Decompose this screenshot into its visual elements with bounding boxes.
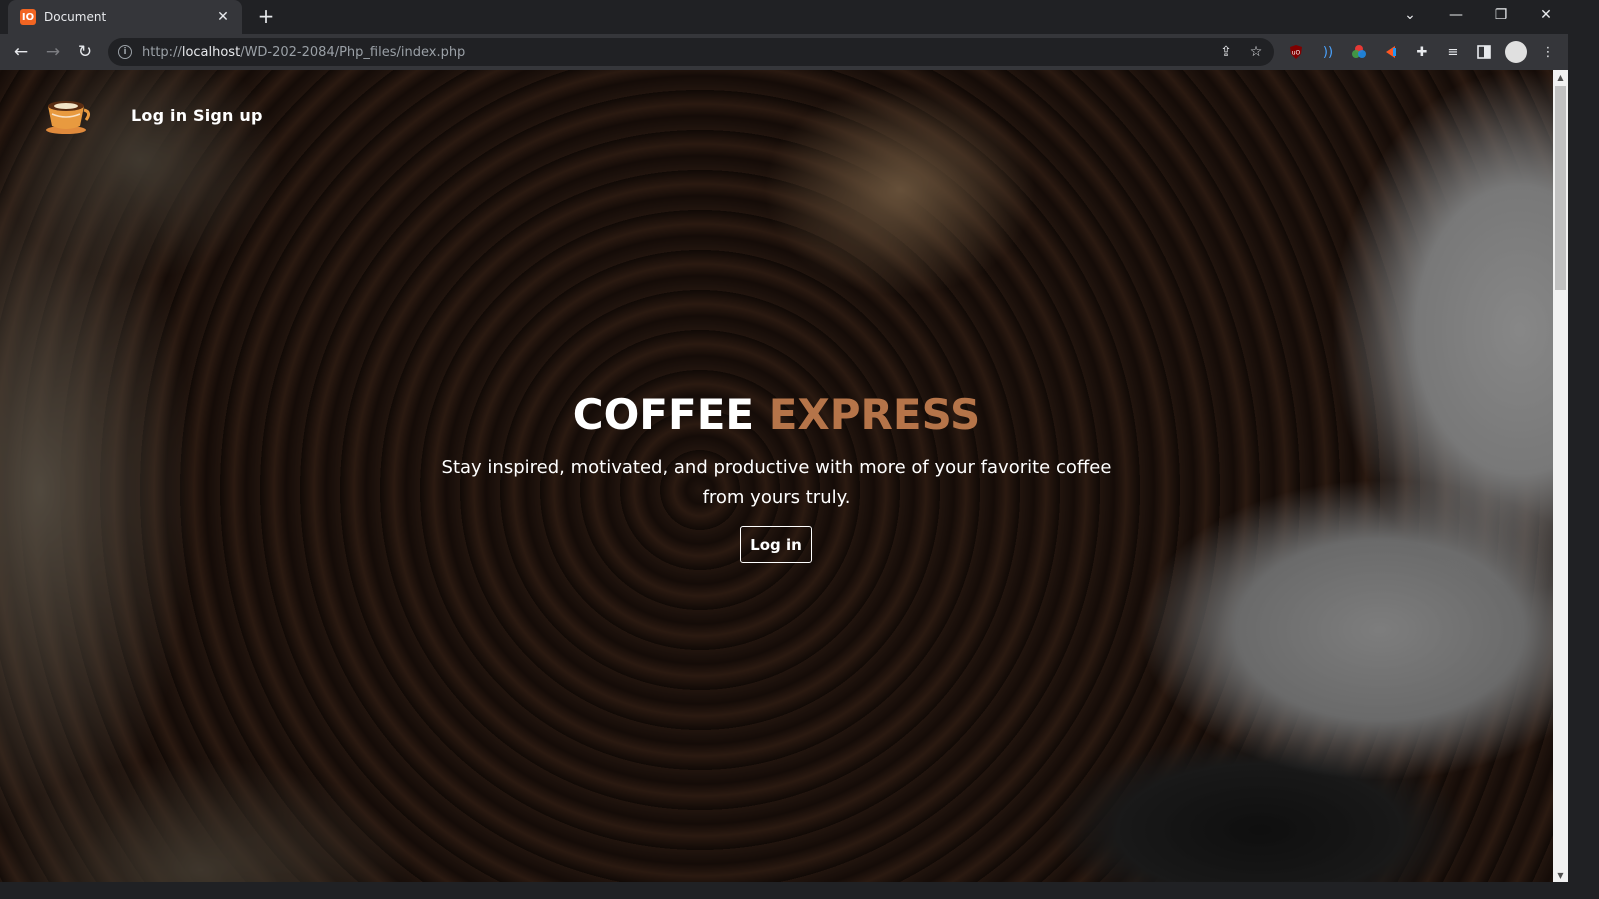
nav-signup-link[interactable]: Sign up [193, 106, 263, 125]
menu-kebab-icon[interactable]: ⋮ [1538, 42, 1558, 62]
page-scrollbar[interactable]: ▲ ▼ [1553, 70, 1568, 882]
hero-title-coffee: COFFEE [572, 390, 755, 439]
tab-strip: IO Document ✕ + ⌄ — ❐ ✕ [0, 0, 1599, 34]
back-button[interactable]: ← [7, 38, 35, 66]
hero-background: Log in Sign up COFFEE EXPRESS Stay inspi… [0, 70, 1553, 882]
forward-button[interactable]: → [39, 38, 67, 66]
puzzle-icon[interactable]: ✚ [1412, 42, 1432, 62]
color-picker-icon[interactable] [1349, 42, 1369, 62]
wave-icon[interactable]: )) [1318, 42, 1338, 62]
tab-title: Document [44, 10, 107, 24]
bookmark-star-icon[interactable]: ☆ [1246, 42, 1266, 62]
tab-close-icon[interactable]: ✕ [214, 8, 232, 26]
hero-title-express: EXPRESS [768, 390, 981, 439]
hero-title: COFFEE EXPRESS [0, 390, 1553, 439]
nav-login-link[interactable]: Log in [131, 106, 187, 125]
minimize-button[interactable]: — [1434, 0, 1478, 30]
ublock-icon[interactable]: uO [1286, 42, 1306, 62]
browser-toolbar: ← → ↻ i http://localhost/WD-202-2084/Php… [0, 34, 1599, 70]
profile-avatar[interactable] [1505, 41, 1527, 63]
tab-search-icon[interactable]: ⌄ [1388, 0, 1432, 30]
share-icon[interactable]: ⇪ [1216, 42, 1236, 62]
coffee-cup-logo[interactable] [44, 94, 92, 136]
url-path: /WD-202-2084/Php_files/index.php [240, 44, 466, 60]
scroll-down-arrow-icon[interactable]: ▼ [1553, 868, 1568, 882]
window-edge-bottom [0, 882, 1599, 899]
reload-button[interactable]: ↻ [71, 38, 99, 66]
extension-icon[interactable] [1381, 42, 1401, 62]
new-tab-button[interactable]: + [254, 4, 278, 28]
scroll-up-arrow-icon[interactable]: ▲ [1553, 70, 1568, 84]
url-text[interactable]: http://localhost/WD-202-2084/Php_files/i… [142, 45, 465, 60]
media-icon[interactable]: ≡ [1443, 42, 1463, 62]
sidepanel-icon[interactable] [1474, 42, 1494, 62]
url-host: localhost [181, 44, 241, 60]
tab-favicon-icon: IO [20, 9, 36, 25]
svg-text:uO: uO [1292, 50, 1301, 57]
restore-button[interactable]: ❐ [1479, 0, 1523, 30]
address-bar[interactable]: i http://localhost/WD-202-2084/Php_files… [108, 38, 1274, 66]
url-scheme: http:// [142, 44, 182, 60]
hero-subtitle: Stay inspired, motivated, and productive… [441, 457, 1112, 508]
browser-tab[interactable]: IO Document ✕ [8, 0, 242, 34]
scroll-thumb[interactable] [1555, 86, 1566, 290]
site-info-icon[interactable]: i [118, 45, 132, 59]
window-edge-right [1568, 34, 1599, 899]
hero-login-button[interactable]: Log in [740, 526, 812, 563]
close-window-button[interactable]: ✕ [1524, 0, 1568, 30]
